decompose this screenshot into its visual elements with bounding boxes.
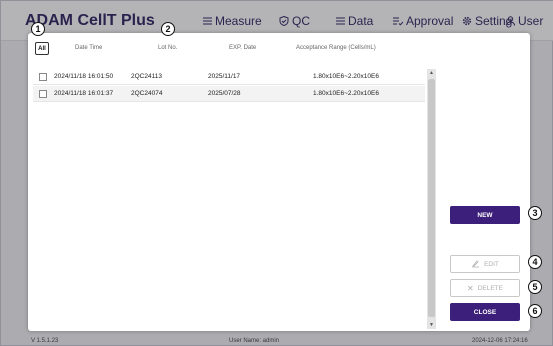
close-button[interactable]: CLOSE bbox=[450, 303, 520, 321]
select-all-button[interactable]: All bbox=[35, 42, 49, 55]
qc-lot-table: All Date Time Lot No. EXP. Date Acceptan… bbox=[33, 41, 436, 329]
scrollbar-thumb[interactable] bbox=[428, 79, 435, 317]
cell-date-time: 2024/11/18 16:01:37 bbox=[54, 90, 114, 97]
cell-lot-no: 2QC24113 bbox=[131, 73, 162, 80]
column-header-date-time: Date Time bbox=[75, 45, 103, 51]
new-button-label: NEW bbox=[477, 211, 493, 219]
close-x-icon: ✕ bbox=[467, 283, 474, 293]
column-header-exp-date: EXP. Date bbox=[229, 45, 257, 51]
table-scrollbar[interactable]: ▲ ▼ bbox=[427, 69, 436, 329]
delete-button-label: DELETE bbox=[477, 284, 503, 292]
delete-button[interactable]: ✕ DELETE bbox=[450, 279, 520, 297]
edit-button[interactable]: EDIT bbox=[450, 255, 520, 273]
close-button-label: CLOSE bbox=[473, 308, 497, 316]
qc-lot-dialog: All Date Time Lot No. EXP. Date Acceptan… bbox=[28, 33, 530, 331]
cell-exp-date: 2025/07/28 bbox=[208, 90, 241, 97]
table-row[interactable]: 2024/11/18 16:01:50 2QC24113 2025/11/17 … bbox=[33, 69, 425, 85]
callout-2: 2 bbox=[161, 22, 175, 36]
table-header: All Date Time Lot No. EXP. Date Acceptan… bbox=[33, 41, 425, 57]
new-button[interactable]: NEW bbox=[450, 206, 520, 224]
cell-acceptance-range: 1.80x10E6~2.20x10E6 bbox=[313, 73, 379, 80]
cell-lot-no: 2QC24074 bbox=[131, 90, 163, 97]
callout-5: 5 bbox=[528, 280, 542, 294]
callout-1: 1 bbox=[31, 22, 45, 36]
row-checkbox[interactable] bbox=[39, 90, 47, 98]
cell-exp-date: 2025/11/17 bbox=[208, 73, 241, 80]
callout-3: 3 bbox=[528, 206, 542, 220]
cell-acceptance-range: 1.80x10E6~2.20x10E6 bbox=[313, 90, 379, 97]
column-header-acceptance-range: Acceptance Range (Cells/mL) bbox=[296, 45, 376, 51]
column-header-lot-no: Lot No. bbox=[158, 45, 178, 51]
callout-4: 4 bbox=[528, 255, 542, 269]
scroll-up-arrow-icon[interactable]: ▲ bbox=[427, 69, 436, 77]
callout-6: 6 bbox=[528, 304, 542, 318]
edit-icon bbox=[472, 260, 480, 268]
table-row[interactable]: 2024/11/18 16:01:37 2QC24074 2025/07/28 … bbox=[33, 86, 425, 102]
scroll-down-arrow-icon[interactable]: ▼ bbox=[427, 321, 436, 329]
edit-button-label: EDIT bbox=[484, 260, 499, 268]
row-checkbox[interactable] bbox=[39, 73, 47, 81]
cell-date-time: 2024/11/18 16:01:50 bbox=[54, 73, 114, 80]
